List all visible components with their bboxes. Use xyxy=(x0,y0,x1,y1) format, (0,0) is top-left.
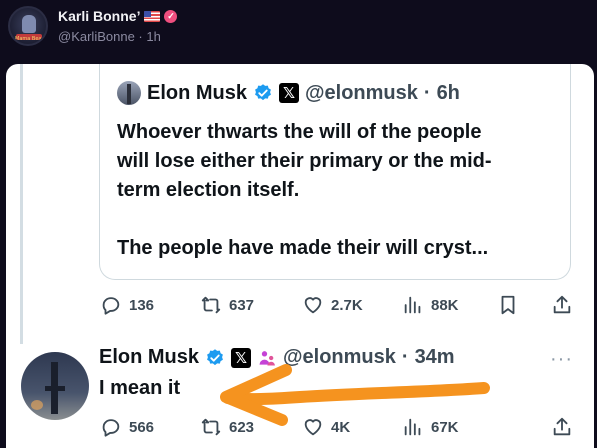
heart-icon xyxy=(304,419,322,436)
post-time[interactable]: 34m xyxy=(415,346,455,369)
separator: · xyxy=(423,81,431,104)
post-time[interactable]: 6h xyxy=(437,82,460,105)
avatar[interactable]: Mama Bear xyxy=(8,6,48,46)
avatar[interactable] xyxy=(117,81,141,105)
views-bars-icon xyxy=(404,418,421,436)
reply-post-header: Elon Musk 𝕏 @elonmusk · 34m xyxy=(99,346,455,369)
bookmark-icon xyxy=(501,295,515,315)
verified-pink-badge-icon: ✓ xyxy=(164,9,178,23)
avatar-logo-text: Mama Bear xyxy=(15,36,44,42)
repost-button[interactable]: 623 xyxy=(200,416,254,438)
author-handle[interactable]: @KarliBonne xyxy=(58,29,135,44)
more-options-icon[interactable]: ··· xyxy=(550,348,573,371)
quoted-post-header: Elon Musk 𝕏 @elonmusk · 6h xyxy=(117,81,460,105)
us-flag-icon xyxy=(144,10,161,22)
like-count: 4K xyxy=(331,418,351,436)
x-logo-icon: 𝕏 xyxy=(231,347,252,368)
like-count: 2.7K xyxy=(331,296,363,314)
x-logo-icon: 𝕏 xyxy=(279,83,300,103)
outer-post-header: Mama Bear Karli Bonne’ ✓ @KarliBonne · 1… xyxy=(8,4,178,48)
avatar[interactable] xyxy=(21,352,89,420)
quoted-post[interactable]: Elon Musk 𝕏 @elonmusk · 6h Whoever thwar… xyxy=(99,64,571,280)
post-time[interactable]: 1h xyxy=(146,29,160,44)
repost-count: 623 xyxy=(229,418,255,436)
outer-post-meta: Karli Bonne’ ✓ @KarliBonne · 1h xyxy=(58,8,178,44)
author-name[interactable]: Elon Musk xyxy=(99,346,199,369)
verified-check-icon xyxy=(255,84,271,101)
reply-bubble-icon xyxy=(102,297,120,315)
repost-button[interactable]: 637 xyxy=(200,294,254,316)
reply-count: 566 xyxy=(129,418,155,436)
author-handle[interactable]: @elonmusk xyxy=(283,346,396,369)
quoted-post-text: Whoever thwarts the will of the people w… xyxy=(117,121,492,259)
like-button[interactable]: 4K xyxy=(302,416,350,438)
share-icon xyxy=(553,417,571,436)
embedded-screenshot-card: Elon Musk 𝕏 @elonmusk · 6h Whoever thwar… xyxy=(6,64,594,448)
reply-count: 136 xyxy=(129,296,155,314)
repost-icon xyxy=(201,296,221,314)
views-count: 88K xyxy=(431,296,459,314)
share-button[interactable] xyxy=(551,416,573,438)
affiliation-people-icon xyxy=(259,350,275,365)
reply-post-text: I mean it xyxy=(99,377,181,399)
views-count: 67K xyxy=(431,418,459,436)
separator: · xyxy=(138,29,143,44)
share-icon xyxy=(553,295,571,314)
reply-button[interactable]: 566 xyxy=(100,416,154,438)
views-button[interactable]: 88K xyxy=(402,294,459,316)
author-name[interactable]: Karli Bonne’ xyxy=(58,8,140,24)
heart-icon xyxy=(304,297,322,314)
verified-check-icon xyxy=(207,348,223,365)
bookmark-button[interactable] xyxy=(497,294,519,316)
separator: · xyxy=(401,346,409,368)
reply-button[interactable]: 136 xyxy=(100,294,154,316)
views-bars-icon xyxy=(404,296,421,314)
thread-line xyxy=(20,64,23,344)
share-button[interactable] xyxy=(551,294,573,316)
repost-count: 637 xyxy=(229,296,255,314)
repost-icon xyxy=(201,418,221,436)
author-name[interactable]: Elon Musk xyxy=(147,82,247,105)
views-button[interactable]: 67K xyxy=(402,416,459,438)
like-button[interactable]: 2.7K xyxy=(302,294,363,316)
author-handle[interactable]: @elonmusk xyxy=(305,82,418,105)
reply-bubble-icon xyxy=(102,419,120,437)
